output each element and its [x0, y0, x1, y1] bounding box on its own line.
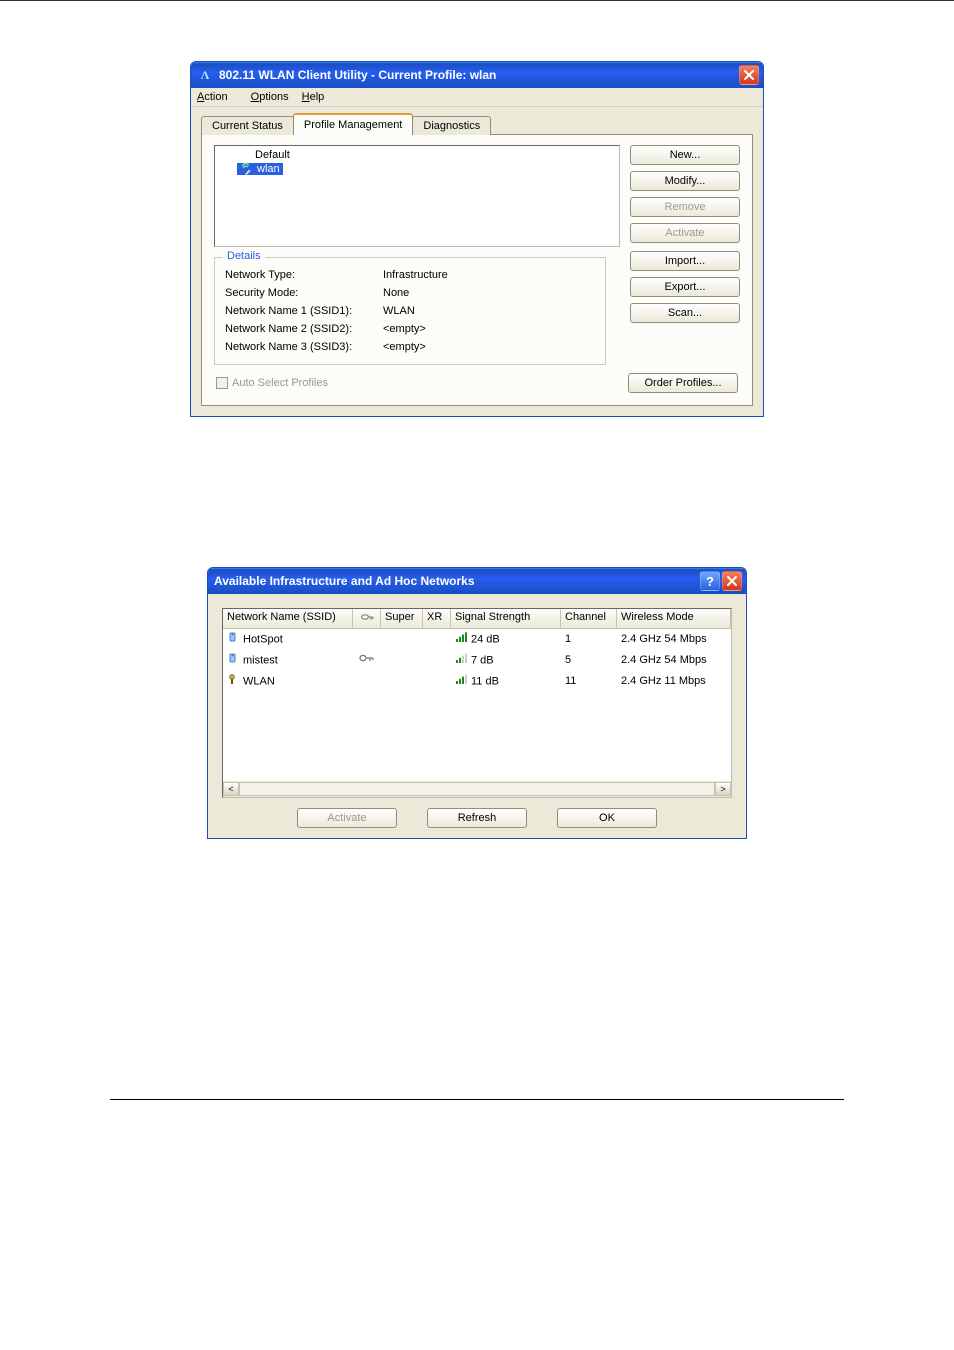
row-security — [353, 671, 381, 692]
row-ssid: HotSpot — [243, 633, 283, 645]
scan-networks-window: Available Infrastructure and Ad Hoc Netw… — [207, 567, 747, 839]
row-ssid: WLAN — [243, 675, 275, 687]
remove-button[interactable]: Remove — [630, 197, 740, 217]
scan-window-title: Available Infrastructure and Ad Hoc Netw… — [214, 574, 698, 588]
col-xr[interactable]: XR — [423, 609, 451, 628]
ok-button[interactable]: OK — [557, 808, 657, 828]
sec-mode-label: Security Mode: — [225, 284, 375, 302]
col-ssid[interactable]: Network Name (SSID) — [223, 609, 353, 628]
ssid3-value: <empty> — [383, 338, 426, 356]
help-icon[interactable]: ? — [700, 571, 720, 591]
details-legend: Details — [223, 250, 265, 262]
adhoc-icon — [227, 673, 239, 690]
infrastructure-icon — [227, 631, 239, 648]
ssid1-value: WLAN — [383, 302, 415, 320]
listview-header: Network Name (SSID) Super XR Signal Stre… — [223, 609, 731, 629]
row-mode: 2.4 GHz 11 Mbps — [617, 671, 731, 692]
tab-profile-management[interactable]: Profile Management — [293, 113, 413, 135]
checkbox-icon — [216, 377, 228, 389]
scroll-left-icon[interactable]: < — [223, 782, 239, 796]
menu-action[interactable]: Action — [197, 91, 238, 103]
row-security — [353, 650, 381, 671]
ssid1-label: Network Name 1 (SSID1): — [225, 302, 375, 320]
menu-help[interactable]: Help — [302, 91, 325, 103]
scroll-track[interactable] — [239, 782, 715, 796]
signal-bars-icon — [455, 673, 469, 690]
menubar: Action Options Help — [191, 88, 763, 107]
app-icon: Λ — [197, 67, 213, 83]
window-title: 802.11 WLAN Client Utility - Current Pro… — [219, 68, 737, 82]
auto-select-label: Auto Select Profiles — [232, 377, 328, 389]
row-super — [381, 671, 423, 692]
wlan-utility-window: Λ 802.11 WLAN Client Utility - Current P… — [190, 61, 764, 417]
scan-activate-button[interactable]: Activate — [297, 808, 397, 828]
ssid3-label: Network Name 3 (SSID3): — [225, 338, 375, 356]
row-channel: 5 — [561, 650, 617, 671]
details-group: Details Network Type:Infrastructure Secu… — [214, 257, 606, 365]
net-type-value: Infrastructure — [383, 266, 448, 284]
row-mode: 2.4 GHz 54 Mbps — [617, 629, 731, 650]
row-signal: 7 dB — [471, 654, 494, 666]
tab-pane-profile: Default wlan New... Modify... Remove — [201, 134, 753, 406]
net-type-label: Network Type: — [225, 266, 375, 284]
row-xr — [423, 629, 451, 650]
row-signal: 11 dB — [471, 675, 499, 687]
profile-item-wlan-selected[interactable]: wlan — [237, 163, 283, 175]
network-row[interactable]: WLAN 11 dB 112.4 GHz 11 Mbps — [223, 671, 731, 692]
row-super — [381, 629, 423, 650]
profile-list[interactable]: Default wlan — [214, 145, 620, 247]
scan-titlebar[interactable]: Available Infrastructure and Ad Hoc Netw… — [208, 568, 746, 594]
auto-select-checkbox: Auto Select Profiles — [216, 377, 328, 389]
modify-button[interactable]: Modify... — [630, 171, 740, 191]
wifi-icon — [240, 163, 254, 175]
sec-mode-value: None — [383, 284, 409, 302]
import-button[interactable]: Import... — [630, 251, 740, 271]
networks-listview[interactable]: Network Name (SSID) Super XR Signal Stre… — [222, 608, 732, 798]
scroll-right-icon[interactable]: > — [715, 782, 731, 796]
menu-options[interactable]: Options — [251, 91, 289, 103]
row-channel: 1 — [561, 629, 617, 650]
new-button[interactable]: New... — [630, 145, 740, 165]
order-profiles-button[interactable]: Order Profiles... — [628, 373, 738, 393]
row-mode: 2.4 GHz 54 Mbps — [617, 650, 731, 671]
network-row[interactable]: mistest 7 dB 52.4 GHz 54 Mbps — [223, 650, 731, 671]
col-super[interactable]: Super — [381, 609, 423, 628]
tabs: Current Status Profile Management Diagno… — [201, 113, 753, 135]
row-channel: 11 — [561, 671, 617, 692]
tab-current-status[interactable]: Current Status — [201, 116, 294, 135]
row-ssid: mistest — [243, 654, 278, 666]
network-row[interactable]: HotSpot 24 dB 12.4 GHz 54 Mbps — [223, 629, 731, 650]
ssid2-label: Network Name 2 (SSID2): — [225, 320, 375, 338]
col-mode[interactable]: Wireless Mode — [617, 609, 731, 628]
horizontal-scrollbar[interactable]: < > — [223, 781, 731, 797]
profile-item-default[interactable]: Default — [219, 148, 615, 162]
row-xr — [423, 650, 451, 671]
profile-wlan-label: wlan — [257, 163, 280, 175]
export-button[interactable]: Export... — [630, 277, 740, 297]
tab-diagnostics[interactable]: Diagnostics — [412, 116, 491, 135]
signal-bars-icon — [455, 631, 469, 648]
scan-close-icon[interactable] — [722, 571, 742, 591]
signal-bars-icon — [455, 652, 469, 669]
titlebar[interactable]: Λ 802.11 WLAN Client Utility - Current P… — [191, 62, 763, 88]
page-rule — [110, 1099, 844, 1100]
close-icon[interactable] — [739, 65, 759, 85]
col-channel[interactable]: Channel — [561, 609, 617, 628]
row-signal: 24 dB — [471, 633, 500, 645]
infrastructure-icon — [227, 652, 239, 669]
ssid2-value: <empty> — [383, 320, 426, 338]
row-super — [381, 650, 423, 671]
col-security-icon[interactable] — [353, 609, 381, 628]
refresh-button[interactable]: Refresh — [427, 808, 527, 828]
scan-button[interactable]: Scan... — [630, 303, 740, 323]
col-signal[interactable]: Signal Strength — [451, 609, 561, 628]
row-xr — [423, 671, 451, 692]
row-security — [353, 629, 381, 650]
activate-button[interactable]: Activate — [630, 223, 740, 243]
